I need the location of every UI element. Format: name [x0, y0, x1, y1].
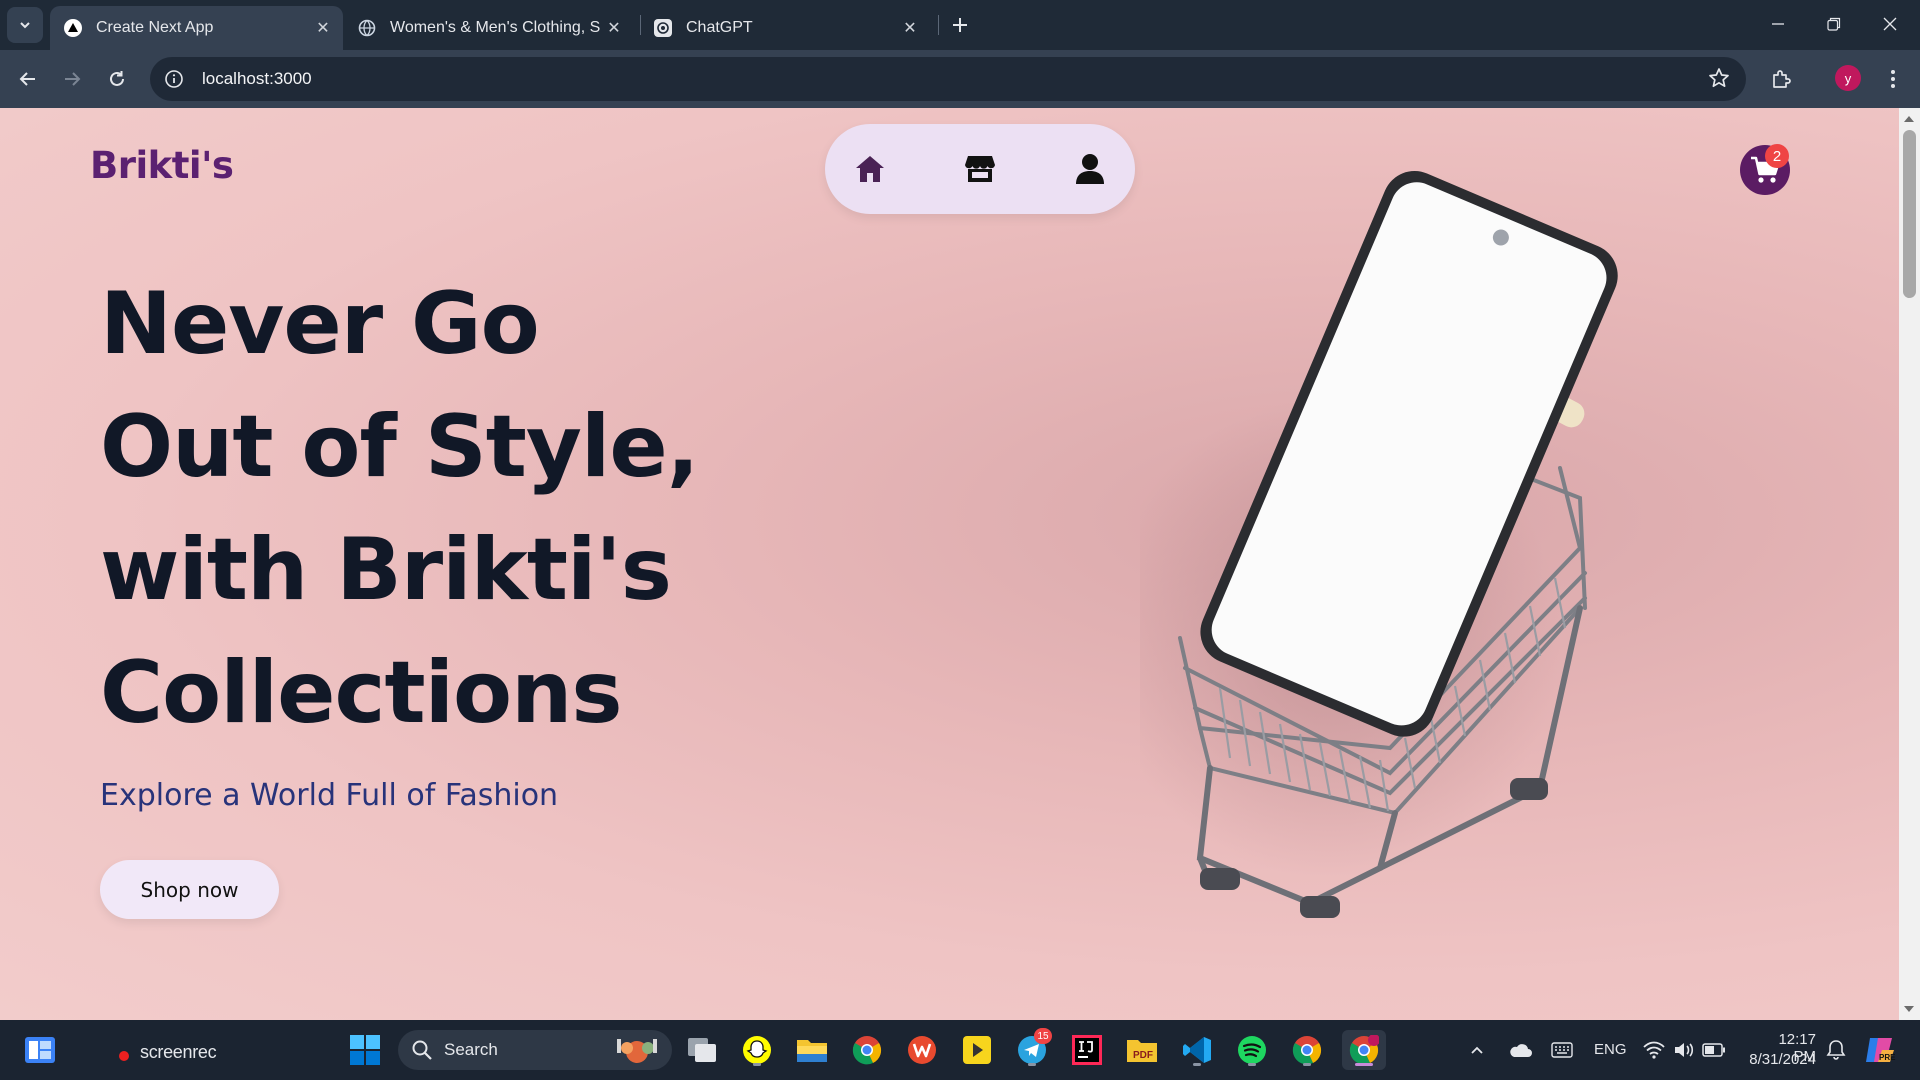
- close-icon[interactable]: ✕: [600, 14, 628, 42]
- start-button[interactable]: [345, 1030, 385, 1070]
- site-info-icon[interactable]: [163, 68, 185, 90]
- clock-date[interactable]: 8/31/2024: [1740, 1051, 1816, 1068]
- taskbar: screenrec Search 15 PDF ENG 12:17 PM 8/3…: [0, 1020, 1920, 1080]
- volume-icon[interactable]: [1670, 1030, 1698, 1070]
- restore-icon: [1826, 17, 1840, 31]
- scrollbar-thumb[interactable]: [1903, 130, 1916, 298]
- battery-icon[interactable]: [1700, 1030, 1728, 1070]
- more-vertical-icon: [1891, 70, 1895, 88]
- active-indicator: [1355, 1063, 1373, 1066]
- chatgpt-icon: [654, 19, 672, 37]
- file-explorer-icon[interactable]: [792, 1030, 832, 1070]
- snapchat-icon[interactable]: [737, 1030, 777, 1070]
- browser-menu-button[interactable]: [1877, 63, 1909, 95]
- extensions-button[interactable]: [1765, 63, 1797, 95]
- vscode-icon[interactable]: [1177, 1030, 1217, 1070]
- puzzle-icon: [1773, 70, 1791, 88]
- chrome-icon[interactable]: [1287, 1030, 1327, 1070]
- back-button[interactable]: [12, 63, 44, 95]
- minimize-button[interactable]: [1750, 0, 1805, 48]
- chrome-profile-icon[interactable]: [1342, 1030, 1386, 1070]
- taskbar-search[interactable]: Search: [398, 1030, 672, 1070]
- wps-office-icon[interactable]: [902, 1030, 942, 1070]
- home-icon[interactable]: [853, 152, 887, 186]
- scroll-down-icon[interactable]: [1904, 1006, 1914, 1012]
- nextjs-favicon-icon: [64, 19, 82, 37]
- bookmark-star-icon[interactable]: [1708, 67, 1730, 93]
- telegram-badge: 15: [1034, 1028, 1052, 1044]
- record-dot-icon: [119, 1051, 129, 1061]
- spotify-icon[interactable]: [1232, 1030, 1272, 1070]
- tab-search-button[interactable]: [7, 7, 43, 43]
- phone-in-cart-image: [1140, 171, 1618, 918]
- tab-title: Women's & Men's Clothing, Sh: [390, 19, 600, 36]
- chrome-icon[interactable]: [847, 1030, 887, 1070]
- svg-text:PDF: PDF: [1133, 1050, 1153, 1061]
- language-indicator[interactable]: ENG: [1594, 1041, 1627, 1058]
- chevron-up-icon[interactable]: [1462, 1030, 1492, 1070]
- main-nav: [825, 124, 1135, 214]
- notification-bell-icon[interactable]: [1822, 1030, 1850, 1070]
- close-icon[interactable]: ✕: [309, 14, 337, 42]
- cart-count-badge: 2: [1765, 144, 1789, 168]
- wifi-icon[interactable]: [1640, 1030, 1668, 1070]
- globe-icon: [358, 19, 376, 37]
- reload-icon: [110, 71, 124, 86]
- arrow-right-icon: [65, 72, 81, 86]
- search-highlight-icon: [617, 1039, 657, 1063]
- pdf-reader-icon[interactable]: PDF: [1122, 1030, 1162, 1070]
- shop-now-button[interactable]: Shop now: [100, 860, 279, 919]
- screenrec-label[interactable]: screenrec: [140, 1042, 217, 1063]
- page-scrollbar[interactable]: [1899, 108, 1920, 1020]
- onedrive-icon[interactable]: [1503, 1030, 1537, 1070]
- page-viewport: Brikti's 2 Never Go Out of Style, with B…: [0, 108, 1899, 1020]
- tab-separator: [938, 15, 939, 35]
- tab-title: ChatGPT: [686, 19, 753, 36]
- arrow-left-icon: [19, 72, 35, 86]
- close-window-button[interactable]: [1862, 0, 1917, 48]
- tab-title: Create Next App: [96, 19, 214, 36]
- svg-text:PRE: PRE: [1879, 1053, 1896, 1062]
- tab-clothing[interactable]: Women's & Men's Clothing, Sh ✕: [344, 6, 634, 50]
- running-indicator: [1248, 1063, 1256, 1066]
- intellij-icon[interactable]: [1067, 1030, 1107, 1070]
- hero-subtitle: Explore a World Full of Fashion: [100, 778, 559, 813]
- forward-button[interactable]: [56, 63, 88, 95]
- scroll-up-icon[interactable]: [1904, 116, 1914, 122]
- task-view-icon[interactable]: [682, 1030, 722, 1070]
- keyboard-icon[interactable]: [1545, 1030, 1579, 1070]
- address-bar[interactable]: localhost:3000: [150, 57, 1746, 101]
- search-label: Search: [444, 1040, 498, 1059]
- close-icon: [1883, 17, 1896, 31]
- user-icon[interactable]: [1073, 152, 1107, 186]
- tab-strip: Create Next App ✕ Women's & Men's Clothi…: [0, 0, 1920, 50]
- url-text: localhost:3000: [202, 69, 312, 88]
- reload-button[interactable]: [101, 63, 133, 95]
- profile-avatar[interactable]: y: [1835, 65, 1861, 91]
- telegram-icon[interactable]: 15: [1012, 1028, 1052, 1070]
- widgets-icon[interactable]: [20, 1030, 60, 1070]
- new-tab-button[interactable]: [946, 11, 974, 39]
- chevron-down-icon: [20, 22, 30, 29]
- tab-chatgpt[interactable]: ChatGPT ✕: [640, 6, 930, 50]
- close-icon[interactable]: ✕: [896, 14, 924, 42]
- search-icon: [412, 1040, 432, 1060]
- running-indicator: [1193, 1063, 1201, 1066]
- windows-logo-icon: [350, 1035, 380, 1065]
- running-indicator: [1303, 1063, 1311, 1066]
- browser-toolbar: localhost:3000: [0, 50, 1920, 108]
- restore-button[interactable]: [1806, 0, 1861, 48]
- player-icon[interactable]: [957, 1030, 997, 1070]
- store-icon[interactable]: [963, 152, 997, 186]
- brand-logo[interactable]: Brikti's: [90, 144, 234, 187]
- running-indicator: [1028, 1063, 1036, 1066]
- copilot-icon[interactable]: PRE: [1860, 1030, 1900, 1070]
- running-indicator: [753, 1063, 761, 1066]
- minimize-icon: [1771, 23, 1784, 25]
- hero-title: Never Go Out of Style, with Brikti's Col…: [100, 274, 699, 743]
- plus-icon: [953, 18, 967, 32]
- tab-create-next-app[interactable]: Create Next App ✕: [50, 6, 343, 50]
